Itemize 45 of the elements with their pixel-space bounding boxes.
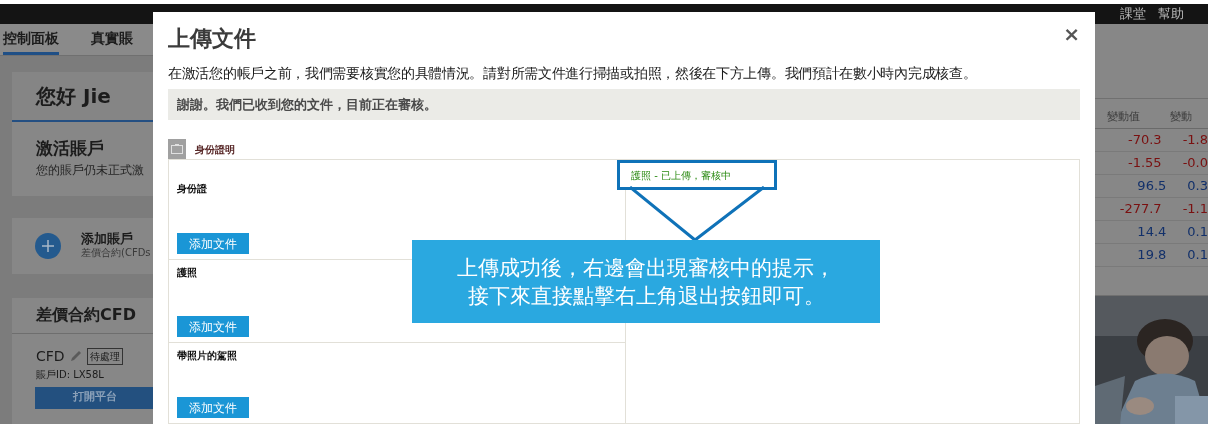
table-cell-text: 19.8 — [1136, 245, 1167, 264]
tab[interactable]: 真實賬 — [91, 27, 133, 55]
column-header: 變動 — [1170, 108, 1192, 125]
table-cell-text: 0.1 — [1186, 245, 1208, 264]
dialog-description: 在激活您的帳戶之前，我們需要核實您的具體情況。請對所需文件進行掃描或拍照，然後在下方上傳。我們預計在數小時內完成核查。 — [168, 64, 978, 83]
section-title: 差價合約CFD — [36, 304, 136, 326]
card-text: 您的賬戶仍未正式激 — [36, 162, 145, 179]
card-title: 激活賬戶 — [36, 136, 105, 160]
open-platform-button[interactable]: 打開平台 — [35, 386, 155, 409]
pencil-icon[interactable] — [69, 350, 82, 362]
table-cell-text: -0.0 — [1181, 153, 1208, 172]
nav-link[interactable]: 幫助 — [1158, 4, 1184, 24]
nav-link[interactable]: 課堂 — [1120, 4, 1146, 24]
account-id: 賬戶ID: LX58L — [35, 367, 105, 382]
document-label: 護照 — [177, 266, 197, 280]
close-button[interactable]: × — [1063, 24, 1080, 44]
table-cell-text: -277.7 — [1118, 199, 1162, 218]
table-cell-text: -1.8 — [1181, 130, 1208, 149]
table-cell-text: -70.3 — [1127, 130, 1162, 149]
add-file-button[interactable]: 添加文件 — [177, 316, 249, 337]
tab[interactable]: 控制面板 — [3, 27, 59, 55]
status-badge: 待處理 — [86, 347, 123, 365]
table-cell-text: -1.55 — [1127, 153, 1162, 172]
table-cell-text: 14.4 — [1136, 222, 1167, 241]
dialog-title: 上傳文件 — [168, 25, 256, 53]
add-account-card[interactable]: 添加賬戶 差價合約(CFDs — [12, 217, 153, 274]
table-cell-text: 0.3 — [1186, 176, 1208, 195]
account-name: CFD — [36, 346, 65, 366]
callout-text: 接下來直接點擊右上角退出按鈕即可。 — [467, 282, 825, 310]
table-cell-text: -1.1 — [1181, 199, 1208, 218]
column-header: 變動值 — [1106, 108, 1141, 125]
add-file-button[interactable]: 添加文件 — [177, 233, 249, 254]
greeting: 您好 Jie — [36, 82, 111, 110]
callout-text: 上傳成功後，右邊會出現審核中的提示， — [457, 254, 835, 282]
plus-icon — [35, 232, 61, 259]
table-cell-text: 96.5 — [1136, 176, 1167, 195]
document-label: 帶照片的駕照 — [177, 349, 237, 363]
section-title: 身份證明 — [195, 142, 235, 157]
card-subtitle: 差價合約(CFDs — [81, 247, 151, 260]
document-label: 身份證 — [177, 182, 207, 196]
upload-status: 護照 - 已上傳，審核中 — [631, 168, 731, 183]
add-file-button[interactable]: 添加文件 — [177, 397, 249, 418]
table-cell-text: 0.1 — [1186, 222, 1208, 241]
card-title: 添加賬戶 — [81, 231, 134, 248]
notice-text: 謝謝。我們已收到您的文件，目前正在審核。 — [177, 95, 437, 114]
